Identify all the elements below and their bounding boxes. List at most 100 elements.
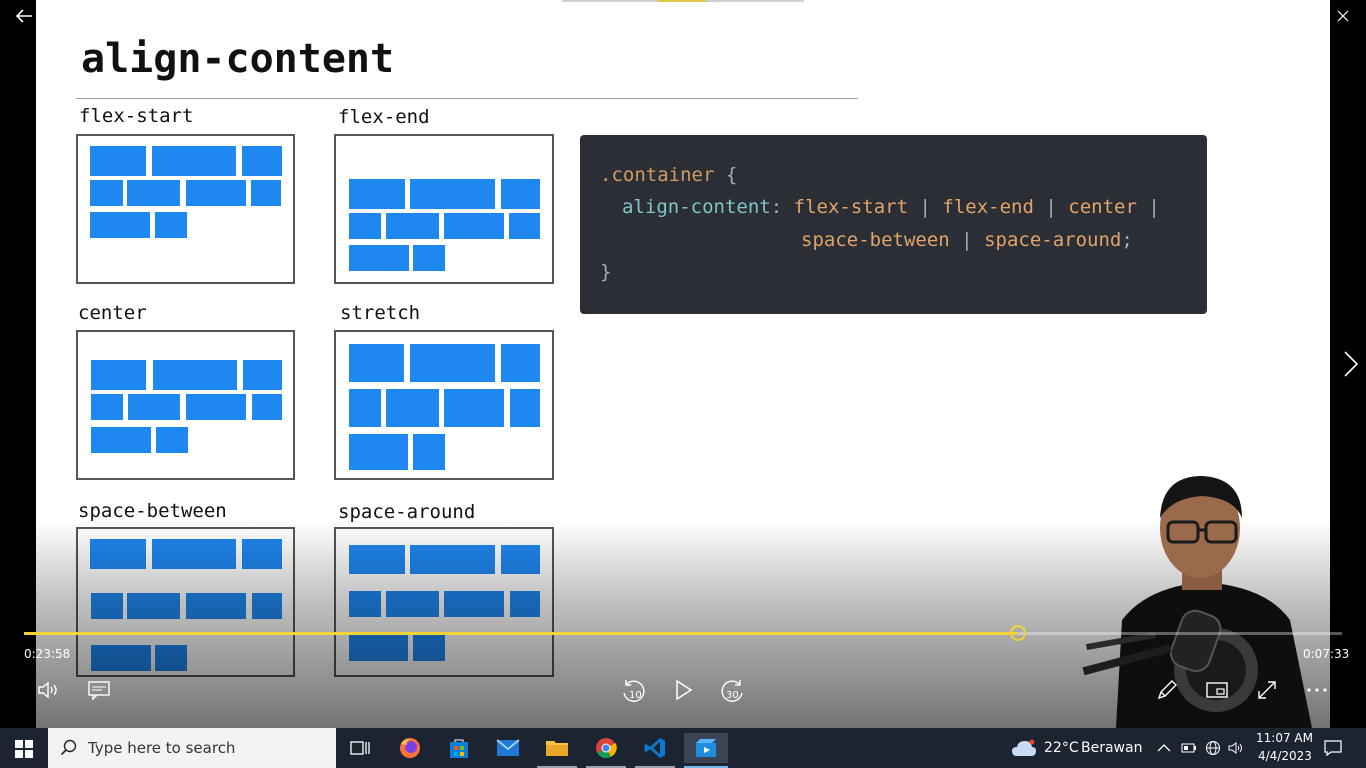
network-button[interactable]	[1204, 740, 1222, 756]
flex-item	[501, 344, 540, 382]
progress-fill	[24, 632, 1018, 635]
demo-label-flex-start: flex-start	[79, 105, 194, 127]
battery-button[interactable]	[1180, 740, 1198, 756]
flex-item	[510, 389, 540, 427]
progress-thumb[interactable]	[1010, 625, 1026, 641]
code-line-3: space-between | space-around;	[801, 229, 1133, 251]
flex-item	[349, 389, 381, 427]
clock-date[interactable]: 4/4/2023	[1258, 749, 1312, 763]
flex-item	[186, 394, 246, 420]
code-semicolon: ;	[1121, 229, 1133, 251]
demo-box-stretch	[334, 330, 554, 480]
code-value: flex-end	[942, 196, 1034, 218]
volume-button[interactable]	[36, 678, 62, 702]
flex-item	[509, 213, 540, 239]
weather-temperature[interactable]: 22°C	[1044, 740, 1079, 756]
next-slide-chevron-icon[interactable]	[1342, 350, 1360, 378]
mail-icon	[496, 739, 520, 756]
forward-button[interactable]: 30	[718, 676, 748, 706]
code-close-brace: }	[600, 261, 612, 283]
code-open-brace: {	[725, 164, 738, 186]
demo-box-center	[76, 330, 295, 480]
flex-item	[91, 427, 151, 453]
show-hidden-icons-button[interactable]	[1156, 740, 1172, 756]
taskbar-chrome[interactable]	[586, 733, 626, 763]
weather-widget[interactable]	[1010, 736, 1038, 760]
code-value: center	[1068, 196, 1137, 218]
flex-item	[153, 360, 237, 390]
slide-top-bar	[562, 0, 658, 2]
code-value: space-between	[801, 229, 950, 251]
globe-icon	[1206, 741, 1220, 755]
flex-item	[349, 434, 408, 470]
flex-item	[444, 389, 504, 427]
taskbar-search-box[interactable]: Type here to search	[48, 728, 336, 768]
flex-item	[252, 394, 282, 420]
code-separator: |	[919, 196, 931, 218]
flex-item	[128, 394, 180, 420]
flex-item	[349, 213, 381, 239]
forward-seconds: 30	[726, 690, 739, 701]
rewind-seconds: 10	[629, 690, 642, 701]
video-frame[interactable]: align-content flex-start flex-end center	[36, 0, 1330, 728]
flex-item	[155, 212, 187, 238]
play-button[interactable]	[670, 676, 696, 704]
search-icon	[60, 739, 77, 756]
code-selector: .container	[600, 164, 715, 186]
close-icon	[1337, 10, 1349, 22]
windows-logo-icon	[15, 740, 33, 758]
flex-item	[186, 180, 246, 206]
notifications-button[interactable]	[1322, 737, 1344, 759]
video-player-icon	[696, 739, 716, 757]
speaker-icon	[1228, 742, 1242, 754]
captions-button[interactable]	[86, 678, 112, 702]
flex-item	[156, 427, 188, 453]
taskbar-file-explorer[interactable]	[537, 733, 577, 763]
restore-button[interactable]	[1274, 0, 1320, 32]
speaker-button[interactable]	[1227, 740, 1245, 756]
task-view-button[interactable]	[340, 733, 380, 763]
flex-item	[243, 360, 282, 390]
folder-icon	[546, 741, 568, 756]
more-options-button[interactable]	[1304, 677, 1330, 703]
demo-label-space-between: space-between	[78, 500, 227, 522]
chrome-icon	[596, 738, 617, 759]
firefox-icon	[400, 738, 420, 758]
task-view-icon	[350, 741, 370, 755]
rewind-button[interactable]: 10	[618, 676, 648, 706]
taskbar-store[interactable]	[439, 733, 479, 763]
flex-item	[444, 213, 504, 239]
fullscreen-button[interactable]	[1254, 677, 1280, 703]
flex-item	[410, 344, 495, 382]
start-button[interactable]	[10, 736, 38, 762]
slide-title: align-content	[81, 36, 395, 82]
taskbar-vscode[interactable]	[635, 733, 675, 763]
flex-item	[90, 212, 150, 238]
taskbar-movies-tv[interactable]	[684, 733, 728, 763]
fullscreen-icon	[1258, 681, 1276, 699]
code-block: .container { align-content: flex-start |…	[580, 135, 1207, 314]
flex-item	[349, 179, 405, 209]
flex-item	[90, 146, 146, 176]
mini-view-button[interactable]	[1204, 677, 1230, 703]
more-icon	[1307, 688, 1327, 692]
vscode-icon	[644, 738, 665, 758]
flex-item	[349, 344, 404, 382]
edit-button[interactable]	[1154, 677, 1180, 703]
battery-icon	[1181, 743, 1196, 753]
chevron-up-icon	[1157, 744, 1171, 752]
code-line-2: align-content: flex-start | flex-end | c…	[622, 196, 1160, 218]
mini-player-icon	[1206, 682, 1228, 698]
back-arrow-icon[interactable]	[14, 6, 34, 26]
store-icon	[450, 739, 468, 758]
taskbar-mail[interactable]	[488, 733, 528, 763]
close-button[interactable]	[1320, 0, 1366, 32]
taskbar-firefox[interactable]	[390, 733, 430, 763]
weather-description[interactable]: Berawan	[1081, 740, 1142, 756]
demo-label-stretch: stretch	[340, 302, 421, 324]
volume-icon	[38, 681, 57, 699]
clock-time[interactable]: 11:07 AM	[1256, 731, 1313, 745]
demo-box-flex-start	[76, 134, 295, 284]
minimize-button[interactable]	[1228, 0, 1274, 32]
flex-item	[386, 213, 439, 239]
